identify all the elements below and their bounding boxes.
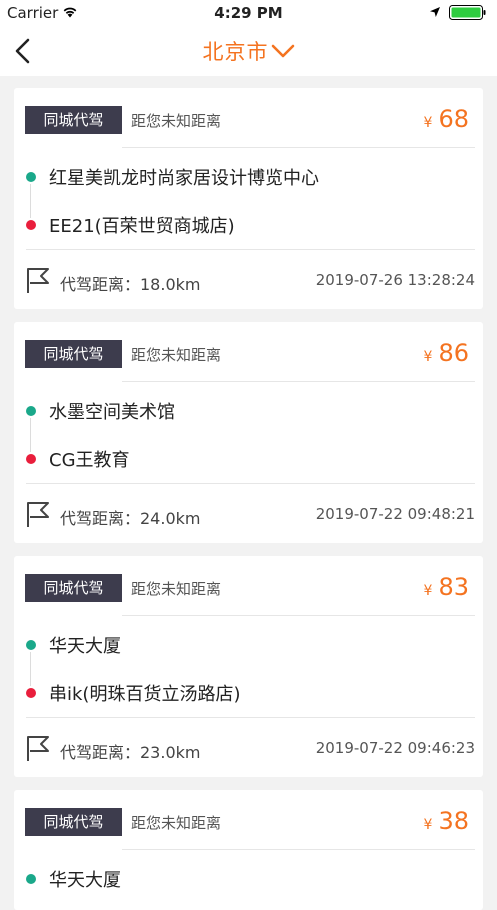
drive-distance: 代驾距离：24.0km (60, 509, 201, 528)
order-type-tag: 同城代驾 (25, 106, 122, 134)
divider (26, 717, 475, 718)
start-dot-icon (26, 172, 36, 182)
start-address: 华天大厦 (49, 636, 121, 657)
end-dot-icon (26, 688, 36, 698)
start-dot-icon (26, 640, 36, 650)
end-dot-icon (26, 220, 36, 230)
order-datetime: 2019-07-22 09:46:23 (315, 739, 475, 757)
end-address: CG王教育 (49, 450, 130, 471)
price-value: 86 (438, 339, 469, 367)
end-dot-icon (26, 454, 36, 464)
price: ¥83 (424, 573, 469, 601)
start-address: 水墨空间美术馆 (49, 402, 175, 423)
start-address: 华天大厦 (49, 870, 121, 891)
price-value: 68 (438, 105, 469, 133)
battery-icon (449, 5, 486, 20)
price-value: 38 (438, 807, 469, 835)
route-line (30, 418, 31, 452)
order-card[interactable]: 同城代驾 距您未知距离 ¥83 华天大厦 串ik(明珠百货立汤路店) 代驾距离：… (14, 556, 483, 777)
order-datetime: 2019-07-26 13:28:24 (315, 271, 475, 289)
status-bar: Carrier 4:29 PM (0, 0, 497, 26)
distance-info: 距您未知距离 (131, 346, 222, 364)
drive-distance: 代驾距离：18.0km (60, 275, 201, 294)
distance-info: 距您未知距离 (131, 814, 222, 832)
distance-info: 距您未知距离 (131, 112, 222, 130)
order-card[interactable]: 同城代驾 距您未知距离 ¥86 水墨空间美术馆 CG王教育 代驾距离：24.0k… (14, 322, 483, 543)
start-address: 红星美凯龙时尚家居设计博览中心 (49, 168, 319, 189)
currency-symbol: ¥ (423, 583, 433, 599)
start-dot-icon (26, 406, 36, 416)
route-line (30, 652, 31, 686)
flag-icon (27, 736, 49, 761)
nav-bar: 北京市 (0, 26, 497, 76)
order-card[interactable]: 同城代驾 距您未知距离 ¥38 华天大厦 (14, 790, 483, 910)
distance-info: 距您未知距离 (131, 580, 222, 598)
currency-symbol: ¥ (423, 115, 433, 131)
price: ¥68 (424, 105, 469, 133)
currency-symbol: ¥ (423, 349, 433, 365)
route-line (30, 184, 31, 218)
divider (122, 147, 475, 148)
divider (122, 849, 475, 850)
location-arrow-icon (430, 7, 440, 17)
currency-symbol: ¥ (423, 817, 433, 833)
drive-distance: 代驾距离：23.0km (60, 743, 201, 762)
clock: 4:29 PM (214, 4, 283, 22)
divider (26, 483, 475, 484)
flag-icon (27, 268, 49, 293)
chevron-down-icon (271, 44, 294, 58)
end-address: 串ik(明珠百货立汤路店) (49, 684, 241, 705)
divider (122, 381, 475, 382)
order-type-tag: 同城代驾 (25, 808, 122, 836)
flag-icon (27, 502, 49, 527)
order-card[interactable]: 同城代驾 距您未知距离 ¥68 红星美凯龙时尚家居设计博览中心 EE21(百荣世… (14, 88, 483, 309)
city-selector[interactable]: 北京市 (0, 36, 497, 66)
price-value: 83 (438, 573, 469, 601)
city-name: 北京市 (202, 40, 269, 64)
order-datetime: 2019-07-22 09:48:21 (315, 505, 475, 523)
order-type-tag: 同城代驾 (25, 340, 122, 368)
divider (26, 249, 475, 250)
price: ¥86 (424, 339, 469, 367)
price: ¥38 (424, 807, 469, 835)
order-type-tag: 同城代驾 (25, 574, 122, 602)
end-address: EE21(百荣世贸商城店) (49, 216, 235, 237)
divider (122, 615, 475, 616)
